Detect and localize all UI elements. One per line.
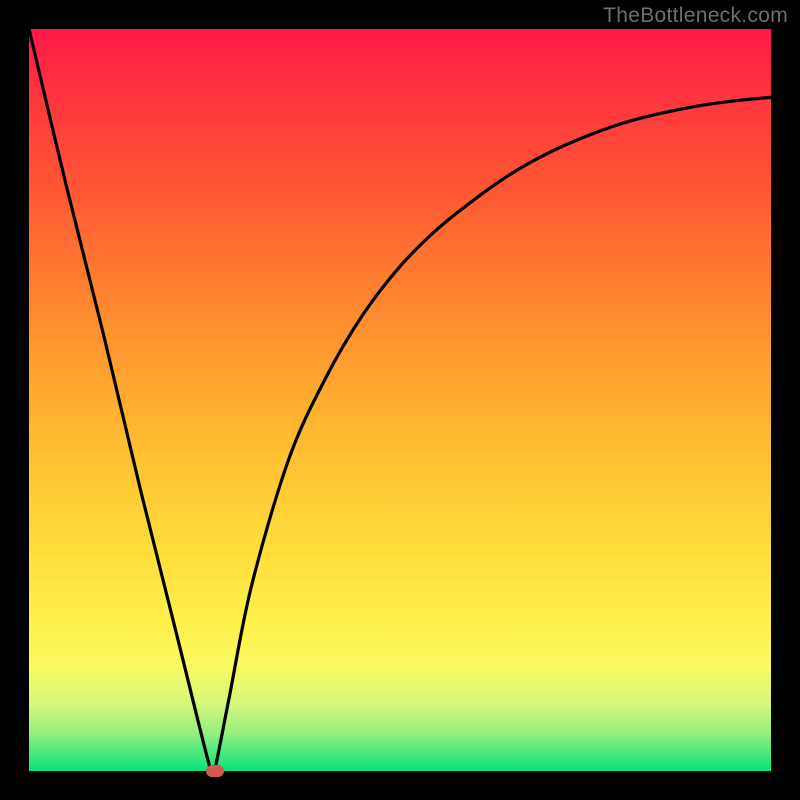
plot-area — [29, 29, 771, 771]
chart-frame: TheBottleneck.com — [0, 0, 800, 800]
optimal-point-marker — [206, 765, 224, 777]
watermark-text: TheBottleneck.com — [603, 4, 788, 28]
bottleneck-curve — [29, 29, 771, 771]
